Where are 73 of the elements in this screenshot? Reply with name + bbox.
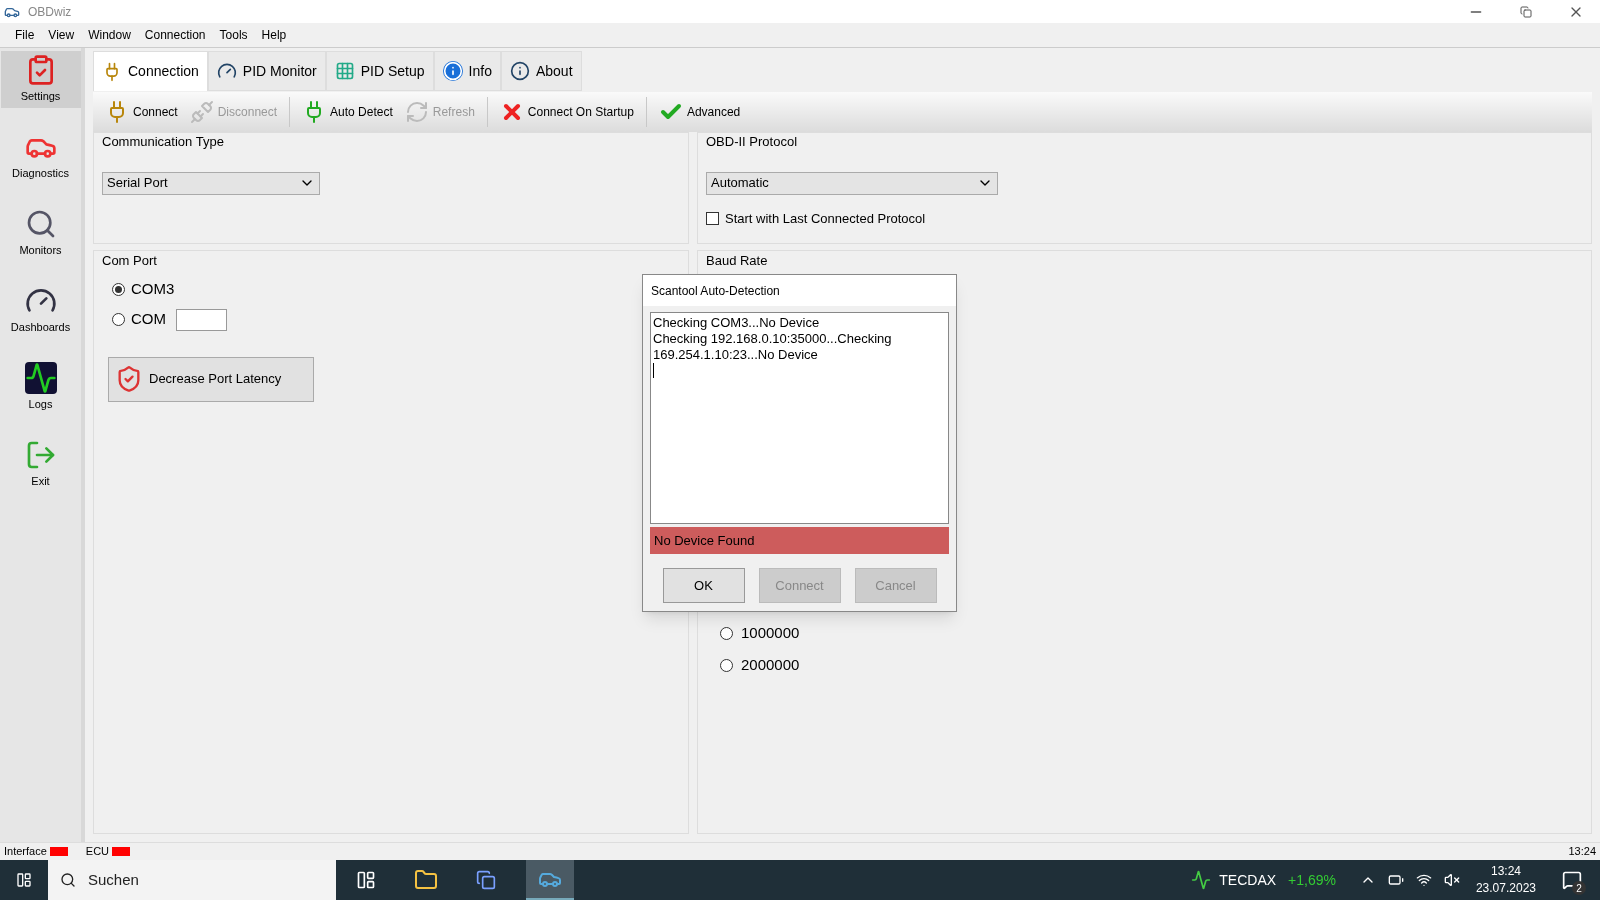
toolbar-button[interactable]: Connect On Startup	[495, 100, 638, 124]
sidebar-item[interactable]: Exit	[0, 436, 81, 493]
tab[interactable]: PID Monitor	[207, 51, 326, 91]
group-title: Baud Rate	[706, 252, 769, 270]
folder-icon[interactable]	[414, 868, 438, 892]
grid-icon	[334, 61, 355, 81]
info-icon	[509, 61, 530, 81]
radio-button[interactable]	[720, 659, 733, 672]
waveform-icon	[24, 362, 57, 395]
radio-button[interactable]	[112, 313, 125, 326]
menu-item[interactable]: Connection	[137, 26, 213, 44]
toolbar-button[interactable]: Advanced	[654, 100, 745, 124]
log-line: 169.254.1.10:23...No Device	[653, 347, 819, 363]
radio-label: 2000000	[741, 655, 800, 676]
clock-date: 23.07.2023	[1475, 880, 1536, 897]
toolbar-button[interactable]: Connect	[101, 100, 182, 124]
radio-label: COM	[131, 309, 166, 330]
dialog-title: Scantool Auto-Detection	[651, 282, 780, 300]
log-line: Checking 192.168.0.10:35000...Checking	[653, 331, 893, 347]
info-icon	[442, 61, 463, 81]
wifi-icon[interactable]	[1415, 872, 1432, 888]
menu-item[interactable]: File	[8, 26, 42, 44]
ticker-change: +1,69%	[1288, 870, 1336, 890]
status-banner: No Device Found	[650, 527, 949, 554]
ticker-name: TECDAX	[1219, 870, 1277, 890]
group-title: OBD-II Protocol	[706, 133, 799, 151]
notifications-button[interactable]: 2	[1552, 860, 1592, 900]
menu-item[interactable]: View	[41, 26, 82, 44]
status-label: ECU	[85, 844, 110, 860]
status-label: Interface	[4, 844, 47, 860]
menu-item[interactable]: Help	[254, 26, 294, 44]
search-field[interactable]: Suchen	[48, 860, 336, 900]
menu-item[interactable]: Tools	[212, 26, 255, 44]
search-icon	[60, 872, 76, 888]
window-title: OBDwiz	[28, 3, 72, 21]
log-textarea[interactable]: Checking COM3...No Device Checking 192.168.0.10:35000...Checking 169.254.1.10:23...No Device	[650, 312, 949, 524]
checkbox[interactable]	[706, 211, 719, 225]
battery-icon[interactable]	[1387, 872, 1404, 888]
sidebar-item[interactable]: Settings	[0, 51, 81, 108]
menu-item[interactable]: Window	[81, 26, 138, 44]
dropdown[interactable]: Serial Port	[102, 171, 320, 195]
dialog-button[interactable]: OK	[662, 568, 745, 603]
tab[interactable]: Connection	[93, 51, 208, 91]
taskbar-app-button[interactable]	[526, 860, 574, 900]
radio-label: COM3	[131, 279, 175, 300]
dropdown[interactable]: Automatic	[706, 171, 998, 195]
radio-label: 1000000	[741, 623, 800, 644]
tab[interactable]: Info	[433, 51, 501, 91]
radio-button[interactable]	[112, 283, 125, 296]
decrease-latency-button[interactable]: Decrease Port Latency	[108, 356, 314, 402]
sidebar-item[interactable]: Monitors	[0, 205, 81, 262]
task-view-icon[interactable]	[356, 870, 376, 890]
clock-time: 13:24	[1490, 863, 1521, 880]
group-title: Communication Type	[102, 133, 225, 151]
log-line: Checking COM3...No Device	[653, 315, 821, 331]
group-title: Com Port	[102, 252, 158, 270]
sidebar-item[interactable]: Diagnostics	[0, 128, 81, 185]
refresh-icon	[404, 100, 429, 124]
restore-icon[interactable]	[1520, 5, 1532, 18]
notification-count: 2	[1572, 881, 1586, 895]
tab[interactable]: PID Setup	[325, 51, 434, 91]
app-icon[interactable]	[476, 870, 496, 890]
com-number-field[interactable]	[176, 308, 227, 331]
speaker-muted-icon[interactable]	[1443, 872, 1460, 888]
sidebar-item[interactable]: Dashboards	[0, 282, 81, 339]
status-time: 13:24	[1568, 844, 1596, 860]
checkbox-label: Start with Last Connected Protocol	[725, 209, 926, 228]
toolbar-button[interactable]: Auto Detect	[298, 100, 397, 124]
tab[interactable]: About	[500, 51, 582, 91]
sidebar-item[interactable]: Logs	[0, 359, 81, 416]
gauge-icon	[216, 61, 237, 81]
radio-button[interactable]	[720, 627, 733, 640]
unplug-icon	[189, 100, 214, 124]
